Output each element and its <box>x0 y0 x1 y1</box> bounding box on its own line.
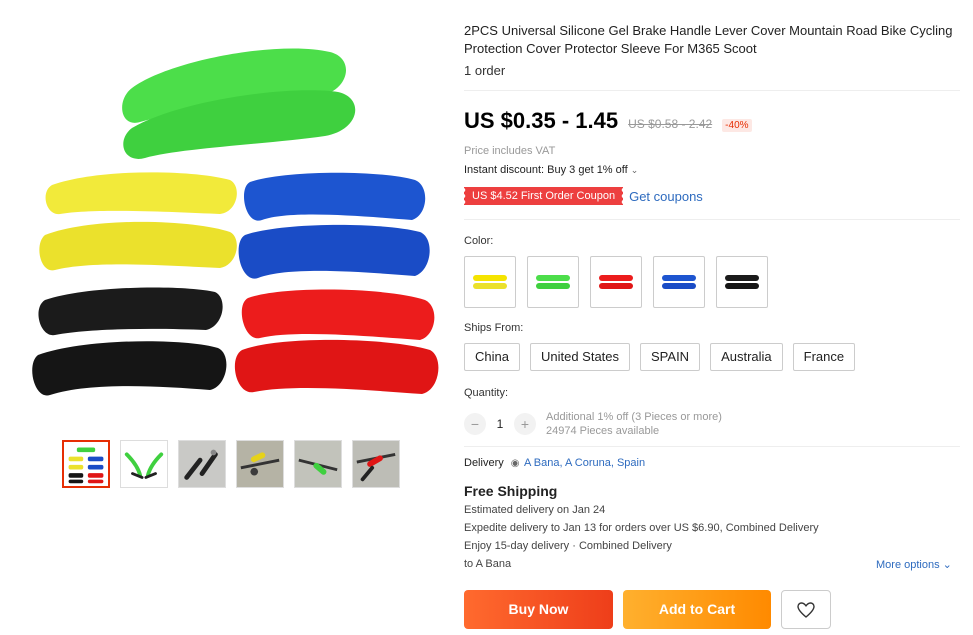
price-row: US $0.35 - 1.45 US $0.58 - 2.42 -40% <box>464 108 752 134</box>
heart-icon <box>797 601 815 618</box>
thumbnail-5[interactable] <box>294 440 342 488</box>
action-buttons: Buy Now Add to Cart <box>464 590 831 629</box>
pin-icon: ◉ <box>510 458 520 469</box>
color-options <box>464 256 768 308</box>
main-product-image[interactable] <box>20 30 440 430</box>
more-options-link[interactable]: More options ⌄ <box>876 558 952 571</box>
bulk-discount-note: Additional 1% off (3 Pieces or more) <box>546 411 722 423</box>
chevron-down-icon: ⌄ <box>630 165 639 175</box>
discount-badge: -40% <box>722 119 752 132</box>
more-options-label: More options <box>876 559 940 571</box>
free-shipping: Free Shipping <box>464 483 558 499</box>
stock-available: 24974 Pieces available <box>546 425 660 437</box>
thumbnail-1[interactable] <box>62 440 110 488</box>
delivery-label: Delivery <box>464 457 504 469</box>
ships-from-options: China United States SPAIN Australia Fran… <box>464 343 856 371</box>
product-title: 2PCS Universal Silicone Gel Brake Handle… <box>464 23 953 56</box>
ship-option-france[interactable]: France <box>792 343 856 371</box>
delivery-row: Delivery ◉ A Bana, A Coruna, Spain <box>464 457 645 469</box>
quantity-label: Quantity: <box>464 387 509 399</box>
get-coupons-link[interactable]: Get coupons <box>629 189 703 204</box>
vat-note: Price includes VAT <box>464 145 556 157</box>
wishlist-button[interactable] <box>781 590 831 629</box>
ship-option-united-states[interactable]: United States <box>529 343 631 371</box>
thumbnail-3[interactable] <box>178 440 226 488</box>
color-option-blue[interactable] <box>653 256 705 308</box>
ship-option-australia[interactable]: Australia <box>710 343 783 371</box>
instant-discount[interactable]: Instant discount: Buy 3 get 1% off ⌄ <box>464 164 638 176</box>
ship-option-spain[interactable]: SPAIN <box>640 343 701 371</box>
quantity-note: Additional 1% off (3 Pieces or more) 249… <box>546 410 722 438</box>
quantity-decrease-button[interactable]: − <box>464 413 486 435</box>
chevron-down-icon: ⌄ <box>942 559 952 571</box>
standard-delivery: Enjoy 15-day delivery · Combined Deliver… <box>464 540 672 552</box>
quantity-increase-button[interactable]: + <box>514 413 536 435</box>
expedite-delivery: Expedite delivery to Jan 13 for orders o… <box>464 522 819 534</box>
original-price: US $0.58 - 2.42 <box>628 117 713 131</box>
divider <box>464 446 960 447</box>
order-count: 1 order <box>464 63 506 78</box>
color-option-red[interactable] <box>590 256 642 308</box>
thumbnail-4[interactable] <box>236 440 284 488</box>
color-option-green[interactable] <box>527 256 579 308</box>
divider <box>464 219 960 220</box>
thumbnail-strip <box>62 440 400 488</box>
color-label: Color: <box>464 235 494 247</box>
coupon-row: US $4.52 First Order Coupon Get coupons <box>462 187 703 205</box>
ship-option-china[interactable]: China <box>464 343 520 371</box>
first-order-coupon[interactable]: US $4.52 First Order Coupon <box>462 187 624 205</box>
add-to-cart-button[interactable]: Add to Cart <box>623 590 771 629</box>
thumbnail-6[interactable] <box>352 440 400 488</box>
ships-from-label: Ships From: <box>464 322 524 334</box>
thumbnail-2[interactable] <box>120 440 168 488</box>
delivery-destination: to A Bana <box>464 558 512 570</box>
quantity-stepper: − 1 + Additional 1% off (3 Pieces or mor… <box>464 410 722 438</box>
quantity-input[interactable]: 1 <box>486 417 514 431</box>
estimated-delivery: Estimated delivery on Jan 24 <box>464 504 606 516</box>
current-price: US $0.35 - 1.45 <box>464 108 619 133</box>
divider <box>464 90 960 91</box>
color-option-black[interactable] <box>716 256 768 308</box>
buy-now-button[interactable]: Buy Now <box>464 590 613 629</box>
instant-discount-text: Instant discount: Buy 3 get 1% off <box>464 164 628 176</box>
delivery-location-link[interactable]: A Bana, A Coruna, Spain <box>524 457 645 469</box>
color-option-yellow[interactable] <box>464 256 516 308</box>
